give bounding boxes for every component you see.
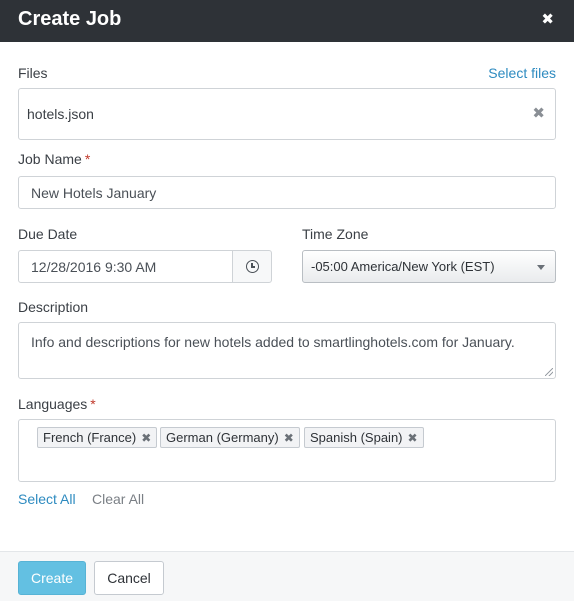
required-marker: * — [84, 151, 91, 167]
file-list: hotels.json ✖ — [18, 88, 556, 140]
due-date-label: Due Date — [18, 226, 78, 242]
required-marker: * — [90, 396, 96, 412]
file-name: hotels.json — [27, 106, 94, 122]
remove-file-icon[interactable]: ✖ — [532, 104, 545, 122]
due-date-input[interactable]: 12/28/2016 9:30 AM — [18, 250, 233, 283]
languages-label: Languages * — [18, 396, 96, 412]
description-text: Info and descriptions for new hotels add… — [31, 334, 515, 350]
remove-tag-icon[interactable]: ✖ — [408, 431, 418, 445]
clear-all-link[interactable]: Clear All — [92, 491, 144, 507]
job-name-input[interactable]: New Hotels January — [18, 176, 556, 209]
job-name-label: Job Name * — [18, 151, 90, 167]
close-icon[interactable]: ✖ — [541, 10, 554, 28]
dialog-header: Create Job ✖ — [0, 0, 574, 42]
description-textarea[interactable]: Info and descriptions for new hotels add… — [18, 322, 556, 379]
remove-tag-icon[interactable]: ✖ — [141, 431, 151, 445]
clock-icon — [245, 260, 259, 273]
language-tag-label: French (France) — [43, 430, 137, 445]
time-zone-label: Time Zone — [302, 226, 369, 242]
time-zone-select[interactable]: -05:00 America/New York (EST) — [302, 250, 556, 283]
select-all-link[interactable]: Select All — [18, 491, 76, 507]
remove-tag-icon[interactable]: ✖ — [284, 431, 294, 445]
language-tag-label: German (Germany) — [166, 430, 279, 445]
language-tag-german: German (Germany) ✖ — [160, 427, 300, 448]
languages-label-text: Languages — [18, 396, 88, 412]
due-date-field: 12/28/2016 9:30 AM — [18, 250, 272, 283]
caret-down-icon — [537, 265, 545, 270]
dialog-footer: Create Cancel — [0, 551, 574, 601]
language-tag-french: French (France) ✖ — [37, 427, 158, 448]
cancel-button[interactable]: Cancel — [94, 561, 164, 595]
languages-multiselect[interactable]: French (France) ✖ German (Germany) ✖ Spa… — [18, 419, 556, 482]
select-files-link[interactable]: Select files — [488, 65, 556, 81]
resize-handle-icon[interactable] — [545, 368, 553, 376]
job-name-label-text: Job Name — [18, 151, 82, 167]
files-label: Files — [18, 65, 48, 81]
create-button[interactable]: Create — [18, 561, 86, 595]
dialog-title: Create Job — [18, 8, 122, 30]
date-picker-button[interactable] — [232, 250, 272, 283]
language-tag-label: Spanish (Spain) — [310, 430, 403, 445]
time-zone-value: -05:00 America/New York (EST) — [311, 259, 495, 274]
description-label: Description — [18, 299, 89, 315]
language-tag-spanish: Spanish (Spain) ✖ — [304, 427, 424, 448]
